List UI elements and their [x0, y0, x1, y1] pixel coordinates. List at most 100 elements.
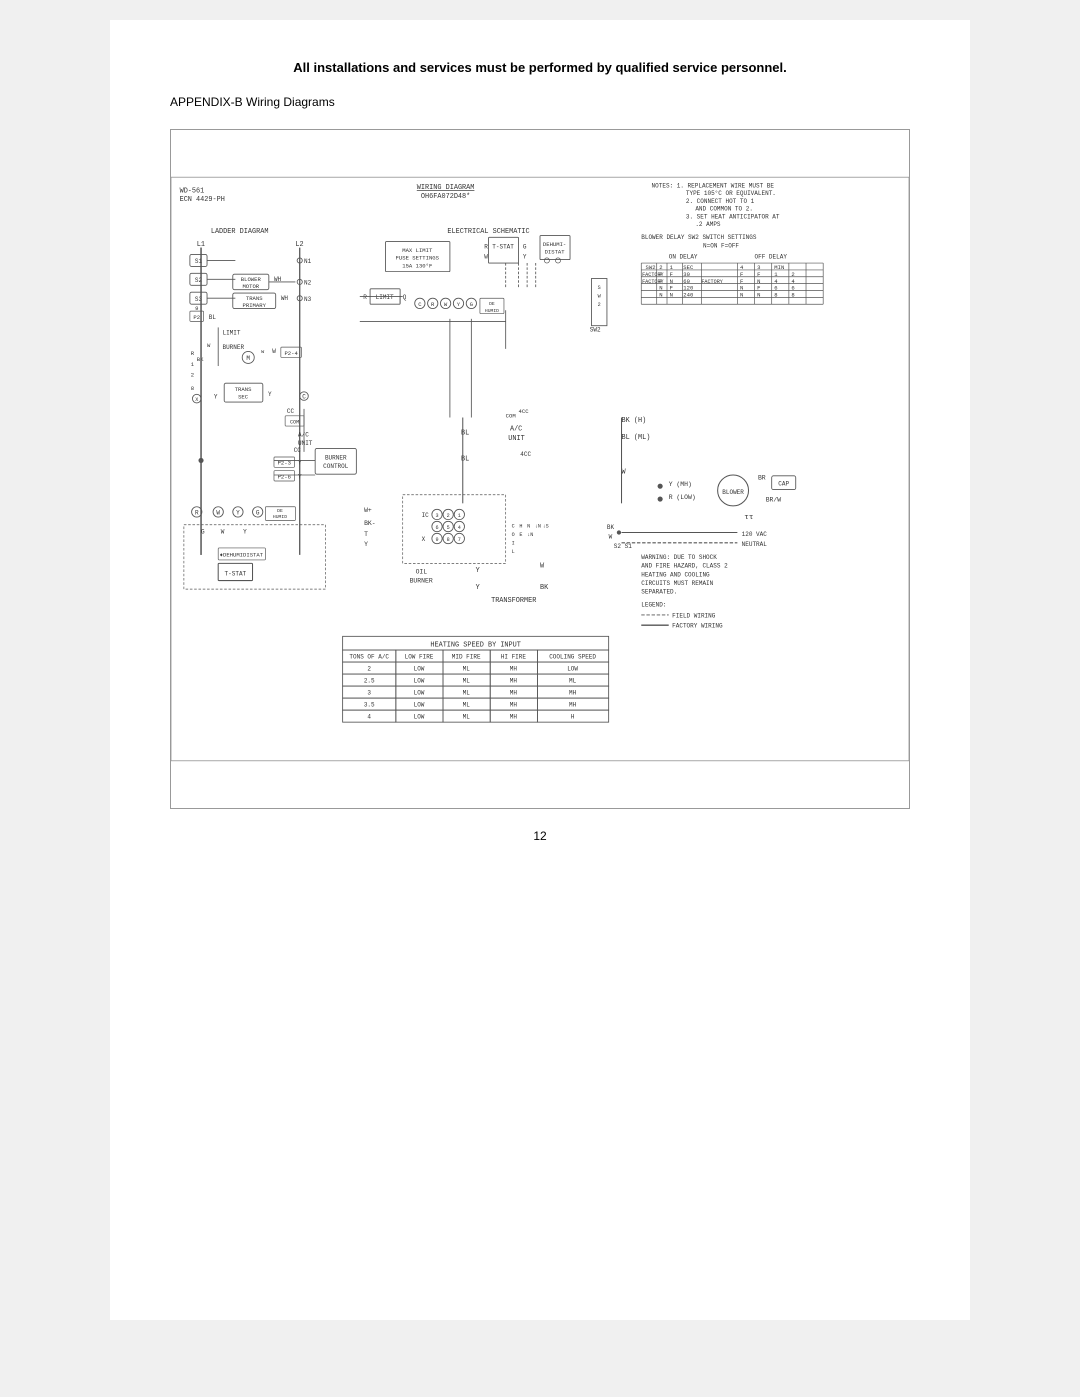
- svg-text:TRANSFORMER: TRANSFORMER: [491, 597, 536, 605]
- svg-text:MH: MH: [569, 690, 577, 697]
- svg-text:2: 2: [367, 666, 371, 673]
- svg-text:↓S: ↓S: [543, 523, 549, 529]
- svg-text:N: N: [527, 523, 530, 529]
- svg-text:IC: IC: [422, 512, 430, 519]
- svg-text:MIN: MIN: [774, 264, 784, 271]
- diagram-box: WD-561 ECN 4429-PH WIRING DIAGRAM OH6FA0…: [170, 129, 910, 809]
- svg-text:240: 240: [683, 292, 693, 299]
- svg-text:Y: Y: [364, 541, 368, 548]
- svg-text:Q: Q: [403, 294, 407, 301]
- wiring-diagram-svg: WD-561 ECN 4429-PH WIRING DIAGRAM OH6FA0…: [171, 130, 909, 808]
- svg-text:G: G: [523, 243, 527, 250]
- svg-text:S2 S1: S2 S1: [614, 543, 632, 550]
- svg-text:TRANS: TRANS: [235, 386, 252, 393]
- svg-text:ML: ML: [463, 714, 471, 721]
- svg-text:UNIT: UNIT: [508, 435, 524, 443]
- svg-text:WH: WH: [281, 295, 289, 302]
- svg-text:OIL: OIL: [416, 569, 428, 576]
- svg-text:HUMID: HUMID: [485, 308, 499, 314]
- svg-text:MH: MH: [510, 714, 518, 721]
- svg-text:8: 8: [791, 292, 794, 299]
- svg-text:N: N: [757, 292, 760, 299]
- svg-text:F: F: [670, 271, 673, 278]
- svg-text:S: S: [598, 285, 601, 291]
- svg-text:MH: MH: [510, 666, 518, 673]
- svg-text:2: 2: [447, 513, 450, 519]
- svg-text:ML: ML: [463, 666, 471, 673]
- svg-text:SW2: SW2: [646, 264, 656, 271]
- svg-text:ML: ML: [463, 678, 471, 685]
- svg-text:3.5: 3.5: [364, 702, 375, 709]
- svg-text:LOW: LOW: [414, 702, 425, 709]
- svg-text:W: W: [609, 534, 613, 541]
- svg-text:MH: MH: [569, 702, 577, 709]
- svg-text:N: N: [757, 278, 760, 285]
- svg-text:Y: Y: [243, 528, 247, 535]
- svg-text:HI FIRE: HI FIRE: [501, 654, 527, 661]
- svg-text:BLOWER DELAY SW2 SWITCH SETTIN: BLOWER DELAY SW2 SWITCH SETTINGS: [641, 234, 757, 241]
- svg-text:Y: Y: [476, 567, 480, 575]
- svg-text:ON DELAY: ON DELAY: [669, 254, 698, 261]
- svg-text:ττ: ττ: [744, 514, 753, 522]
- svg-text:LEGEND:: LEGEND:: [641, 601, 666, 608]
- svg-text:NOTES: 1. REPLACEMENT WIRE MUS: NOTES: 1. REPLACEMENT WIRE MUST BE: [652, 183, 775, 190]
- svg-text:6: 6: [774, 285, 777, 292]
- svg-text:SW2: SW2: [590, 327, 601, 334]
- svg-text:BK: BK: [540, 584, 549, 592]
- svg-text:P2: P2: [193, 314, 200, 321]
- svg-text:LOW: LOW: [414, 714, 425, 721]
- svg-text:9: 9: [435, 537, 438, 543]
- svg-text:BURNER: BURNER: [325, 455, 347, 462]
- svg-text:3: 3: [367, 690, 371, 697]
- svg-text:P2-6: P2-6: [278, 473, 291, 480]
- svg-text:CONTROL: CONTROL: [323, 463, 349, 470]
- svg-text:WD-561: WD-561: [180, 188, 205, 196]
- svg-text:NEUTRAL: NEUTRAL: [742, 541, 768, 548]
- svg-text:UNIT: UNIT: [298, 440, 313, 447]
- svg-text:8: 8: [191, 385, 194, 392]
- svg-text:LOW: LOW: [414, 666, 425, 673]
- svg-text:↓N: ↓N: [535, 523, 541, 529]
- svg-text:Y: Y: [214, 394, 218, 401]
- svg-text:MH: MH: [510, 678, 518, 685]
- svg-text:FIELD WIRING: FIELD WIRING: [672, 612, 716, 619]
- svg-text:2: 2: [598, 302, 601, 308]
- page-number: 12: [170, 829, 910, 843]
- svg-text:WARNING: DUE TO SHOCK: WARNING: DUE TO SHOCK: [641, 554, 717, 561]
- svg-text:I: I: [512, 541, 515, 547]
- svg-text:W: W: [221, 528, 225, 535]
- svg-text:MAX LIMIT: MAX LIMIT: [402, 247, 433, 254]
- svg-text:MOTOR: MOTOR: [242, 283, 259, 290]
- svg-text:O: O: [512, 532, 515, 538]
- svg-text:MH: MH: [510, 690, 518, 697]
- svg-text:7: 7: [458, 537, 461, 543]
- svg-text:PRIMARY: PRIMARY: [243, 302, 267, 309]
- svg-text:LOW: LOW: [414, 690, 425, 697]
- svg-text:F: F: [659, 278, 662, 285]
- svg-text:30: 30: [683, 271, 690, 278]
- svg-text:↓N: ↓N: [527, 532, 533, 538]
- svg-text:F: F: [659, 271, 662, 278]
- svg-text:2: 2: [191, 371, 194, 378]
- svg-text:LOW: LOW: [414, 678, 425, 685]
- svg-text:F: F: [670, 285, 673, 292]
- svg-text:W: W: [484, 254, 488, 261]
- svg-text:3. SET HEAT ANTICIPATOR AT: 3. SET HEAT ANTICIPATOR AT: [686, 213, 780, 220]
- svg-text:9: 9: [195, 305, 198, 312]
- svg-text:N=ON F=OFF: N=ON F=OFF: [703, 243, 739, 250]
- svg-text:F: F: [740, 278, 743, 285]
- svg-text:COM: COM: [290, 420, 299, 426]
- svg-text:♦DEHUMIDISTAT: ♦DEHUMIDISTAT: [220, 552, 264, 559]
- svg-text:DEHUMI-: DEHUMI-: [543, 241, 566, 248]
- svg-text:F: F: [757, 285, 760, 292]
- svg-text:C: C: [512, 523, 515, 529]
- svg-text:DE: DE: [277, 508, 283, 514]
- svg-text:N2: N2: [304, 280, 312, 287]
- svg-text:LOW: LOW: [567, 666, 578, 673]
- svg-text:N1: N1: [304, 258, 312, 265]
- svg-text:3: 3: [435, 513, 438, 519]
- svg-text:AND COMMON TO 2.: AND COMMON TO 2.: [695, 206, 753, 213]
- svg-text:WIRING DIAGRAM: WIRING DIAGRAM: [417, 184, 475, 192]
- svg-text:5: 5: [447, 525, 450, 531]
- svg-text:2: 2: [659, 264, 662, 271]
